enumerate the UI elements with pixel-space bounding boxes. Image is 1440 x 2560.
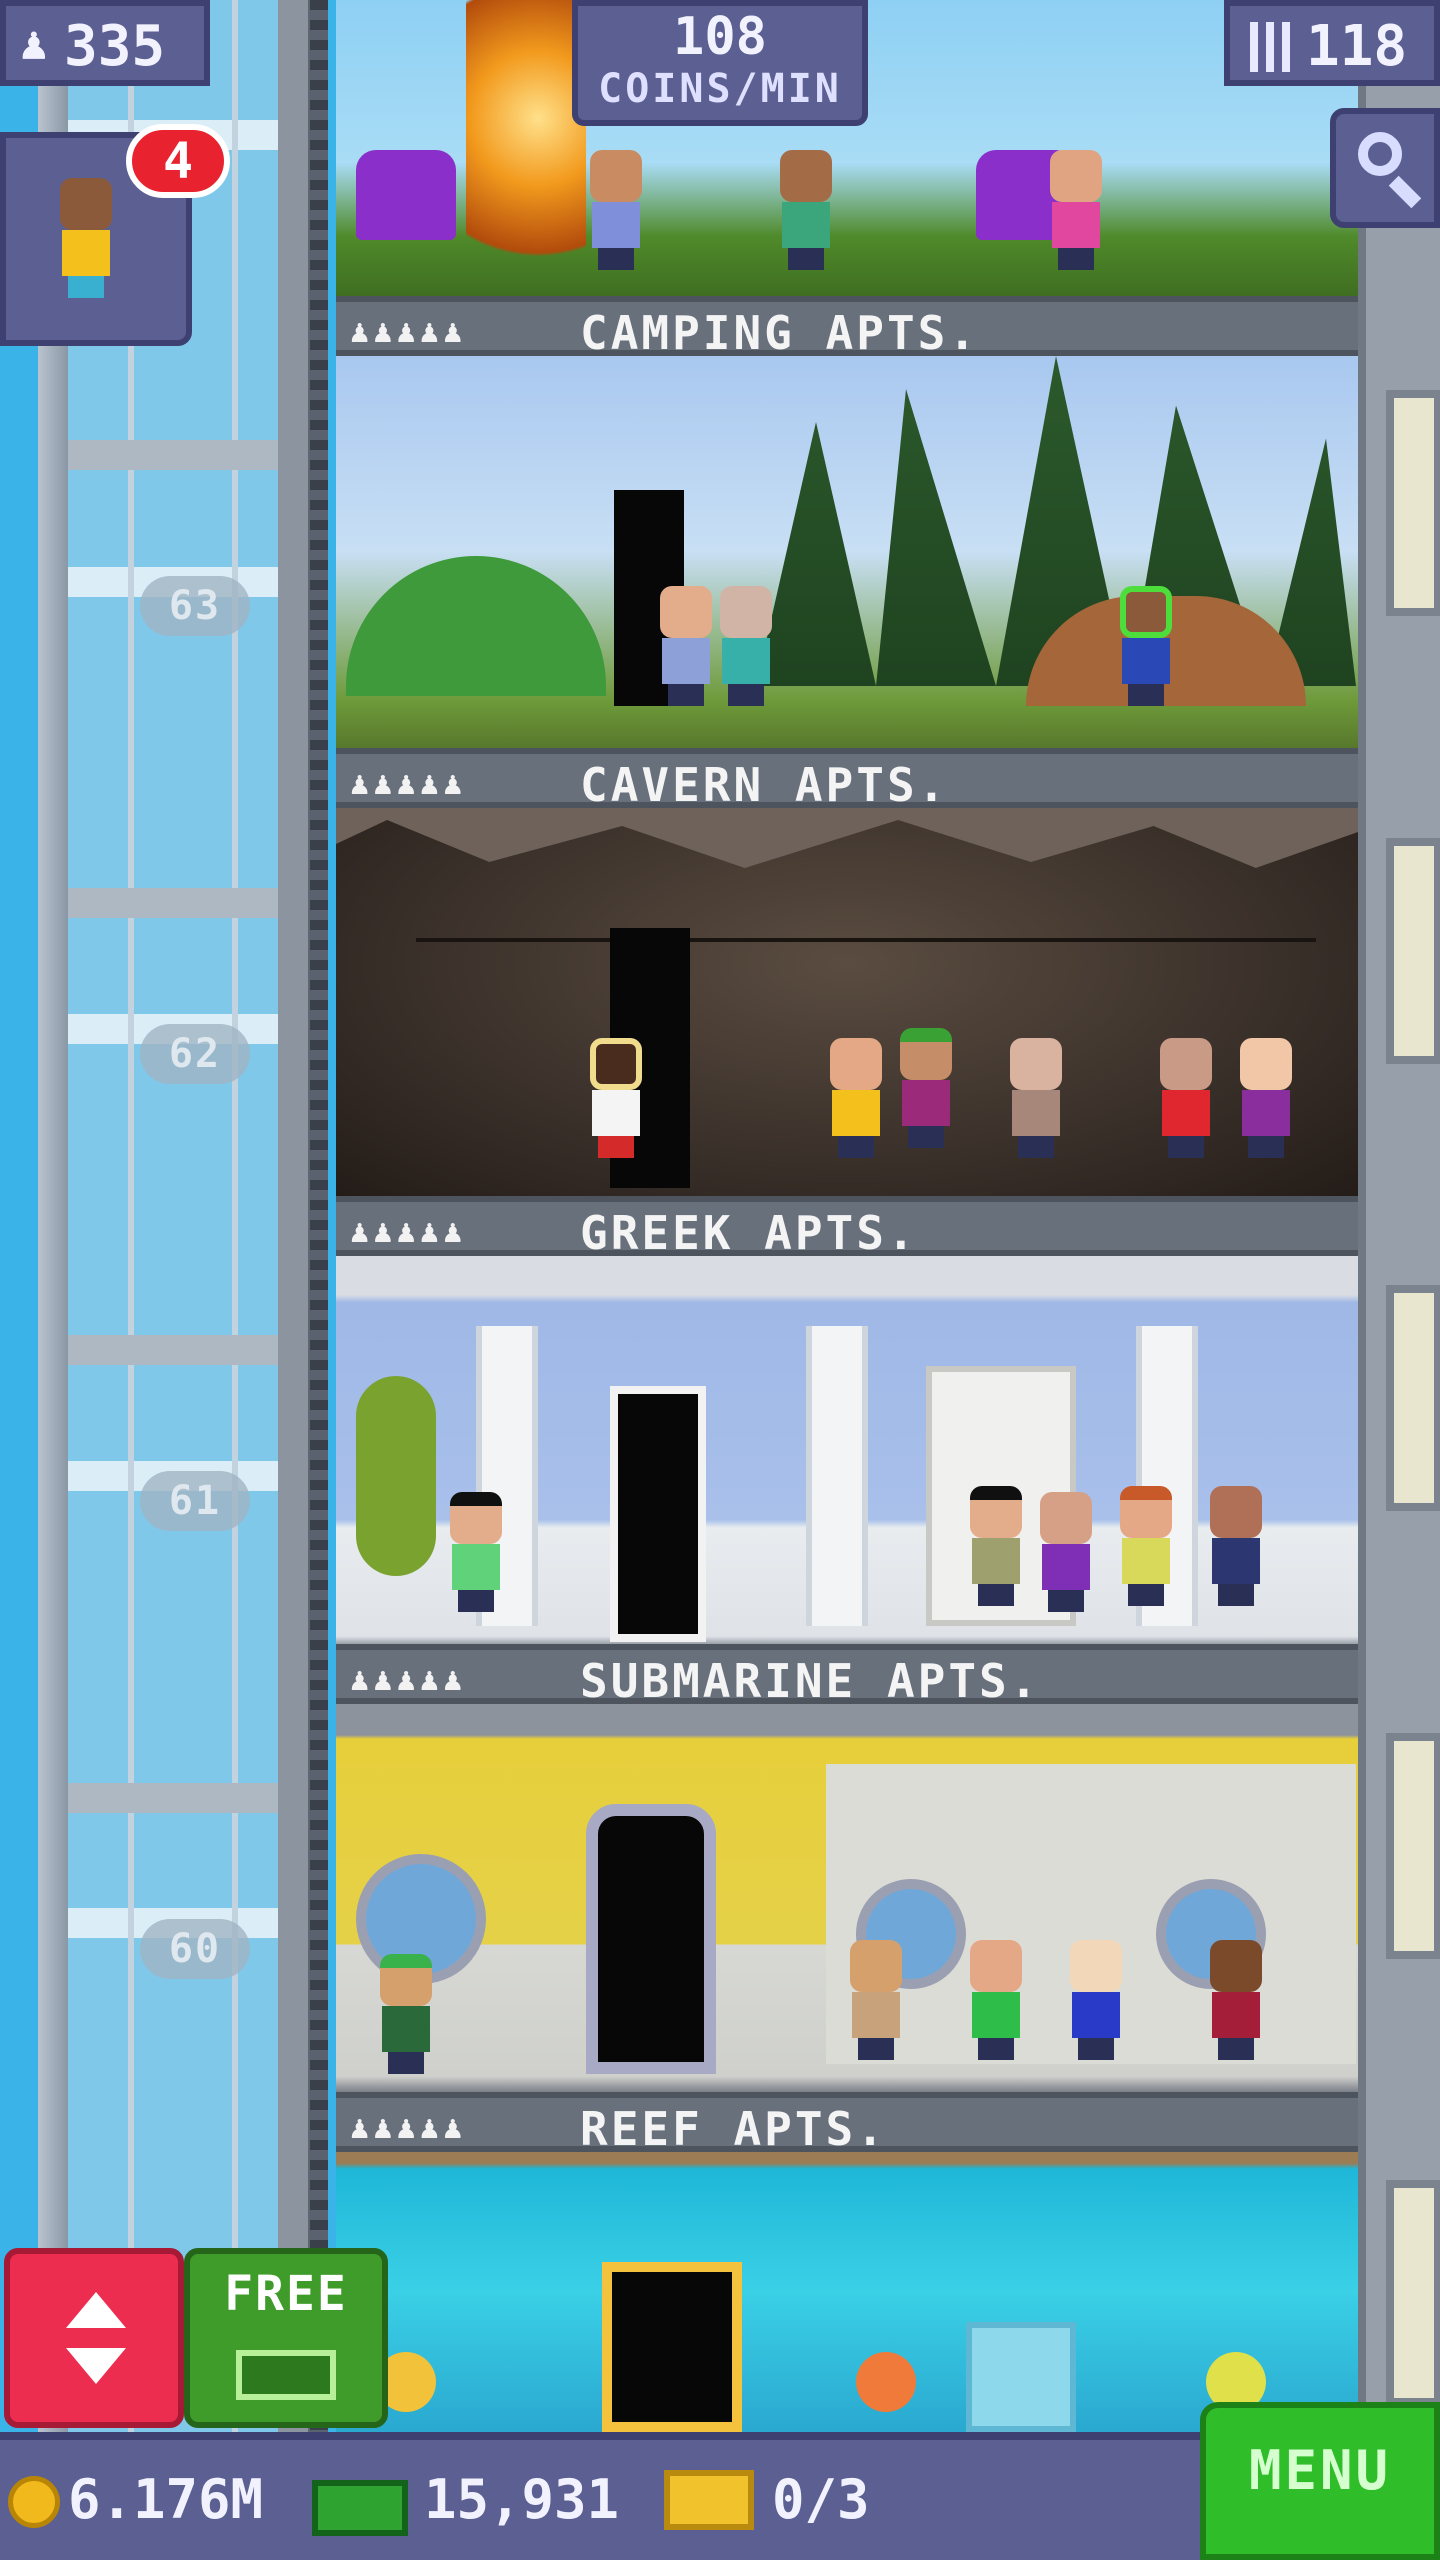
floor-cavern-apts[interactable] (336, 808, 1358, 1196)
person-icon: ♟ (20, 16, 48, 70)
elevator-shaft[interactable]: 63 62 61 60 (0, 0, 336, 2560)
notification-badge: 4 (126, 124, 230, 198)
shaft-floor-number: 63 (140, 576, 250, 636)
resident[interactable] (656, 586, 716, 706)
resident[interactable] (376, 1954, 436, 2074)
population-value: 335 (64, 14, 166, 79)
shaft-floor-band (68, 1335, 278, 1365)
shaft-floor-band (68, 888, 278, 918)
shaft-floor-number: 61 (140, 1471, 250, 1531)
green-tent-decor (346, 556, 606, 696)
apartment-door[interactable] (586, 1804, 716, 2074)
resident[interactable] (1236, 1038, 1296, 1158)
coins-per-minute-value: 108 (673, 7, 767, 67)
bux-bill-icon (312, 2480, 408, 2536)
coins-per-minute-display[interactable]: 108 COINS/MIN (572, 0, 868, 126)
floor-name: SUBMARINE APTS. (580, 1654, 1041, 1708)
wall-window (1386, 2180, 1440, 2406)
coins-per-minute-unit: COINS/MIN (598, 66, 842, 112)
resident[interactable] (1036, 1492, 1096, 1612)
resident[interactable] (966, 1940, 1026, 2060)
floor-camping-apts[interactable] (336, 356, 1358, 748)
shaft-floor-band (68, 1783, 278, 1813)
floor-rating-stars: ♟♟♟♟♟ (350, 764, 467, 802)
shaft-wall (38, 0, 68, 2560)
resident[interactable] (896, 1028, 956, 1148)
floor-count-display[interactable]: 118 (1224, 0, 1440, 86)
shaft-glass (68, 0, 278, 2560)
purple-throne-decor (356, 150, 456, 240)
floor-label-bar[interactable]: ♟♟♟♟♟ SUBMARINE APTS. (336, 1644, 1358, 1708)
shaft-floor-number: 60 (140, 1919, 250, 1979)
floor-name: GREEK APTS. (580, 1206, 918, 1260)
elevator-button[interactable] (4, 2248, 184, 2428)
golden-ticket-icon (664, 2470, 754, 2530)
apartment-door[interactable] (610, 1386, 706, 1642)
floor-rating-stars: ♟♟♟♟♟ (350, 1660, 467, 1698)
campfire-decor (466, 0, 586, 296)
floor-name: REEF APTS. (580, 2102, 887, 2156)
floor-name: CAVERN APTS. (580, 758, 949, 812)
resident[interactable] (446, 1492, 506, 1612)
floor-rating-stars: ♟♟♟♟♟ (350, 1212, 467, 1250)
apartment-door[interactable] (602, 2262, 742, 2432)
wall-window (1386, 390, 1440, 616)
floor-label-bar[interactable]: ♟♟♟♟♟ CAMPING APTS. (336, 296, 1358, 360)
resident[interactable] (1046, 150, 1106, 270)
floor-rating-stars: ♟♟♟♟♟ (350, 2108, 467, 2146)
floor-rating-stars: ♟♟♟♟♟ (350, 312, 467, 350)
coins-amount: 6.176M (68, 2468, 264, 2531)
string-lights-decor (416, 938, 1316, 942)
floor-submarine-apts[interactable] (336, 1704, 1358, 2092)
resident[interactable] (1206, 1486, 1266, 1606)
tickets-amount: 0/3 (772, 2468, 870, 2531)
resident[interactable] (966, 1486, 1026, 1606)
resident[interactable] (1156, 1038, 1216, 1158)
elevator-cable (310, 0, 328, 2560)
wall-window (1386, 838, 1440, 1064)
resident[interactable] (1206, 1940, 1266, 2060)
shaft-rail (278, 0, 314, 2560)
floor-label-bar[interactable]: ♟♟♟♟♟ GREEK APTS. (336, 1196, 1358, 1260)
aquarium-decor (966, 2322, 1076, 2432)
shaft-floor-number: 62 (140, 1024, 250, 1084)
free-bux-button[interactable]: FREE (184, 2248, 388, 2428)
coin-icon (8, 2476, 60, 2528)
resident[interactable] (716, 586, 776, 706)
free-label: FREE (224, 2266, 348, 2322)
column-decor (806, 1326, 868, 1626)
floor-reef-apts[interactable] (336, 2152, 1358, 2432)
resident[interactable] (1116, 586, 1176, 706)
search-button[interactable] (1330, 108, 1440, 228)
resident[interactable] (826, 1038, 886, 1158)
resident[interactable] (1006, 1038, 1066, 1158)
floor-label-bar[interactable]: ♟♟♟♟♟ REEF APTS. (336, 2092, 1358, 2156)
bux-bill-icon (236, 2350, 336, 2400)
bitizen-avatar (56, 178, 116, 298)
resident[interactable] (586, 1038, 646, 1158)
up-arrow-icon (66, 2292, 126, 2328)
floor-name: CAMPING APTS. (580, 306, 980, 360)
resident[interactable] (1066, 1940, 1126, 2060)
wall-window (1386, 1733, 1440, 1959)
menu-button[interactable]: MENU (1200, 2402, 1440, 2560)
building-icon (1250, 22, 1290, 72)
tower-right-wall (1358, 0, 1440, 2560)
down-arrow-icon (66, 2348, 126, 2384)
coral-decor (856, 2352, 916, 2412)
population-counter[interactable]: ♟ 335 (0, 0, 210, 86)
stalactites-decor (336, 808, 1358, 868)
resident[interactable] (846, 1940, 906, 2060)
resident[interactable] (1116, 1486, 1176, 1606)
resident[interactable] (776, 150, 836, 270)
floor-label-bar[interactable]: ♟♟♟♟♟ CAVERN APTS. (336, 748, 1358, 812)
plant-decor (356, 1376, 436, 1576)
wall-window (1386, 1285, 1440, 1511)
bux-amount: 15,931 (424, 2468, 620, 2531)
shaft-floor-band (68, 440, 278, 470)
magnifier-icon (1358, 132, 1402, 176)
resident[interactable] (586, 150, 646, 270)
floor-count-value: 118 (1306, 14, 1408, 79)
floor-greek-apts[interactable] (336, 1256, 1358, 1644)
